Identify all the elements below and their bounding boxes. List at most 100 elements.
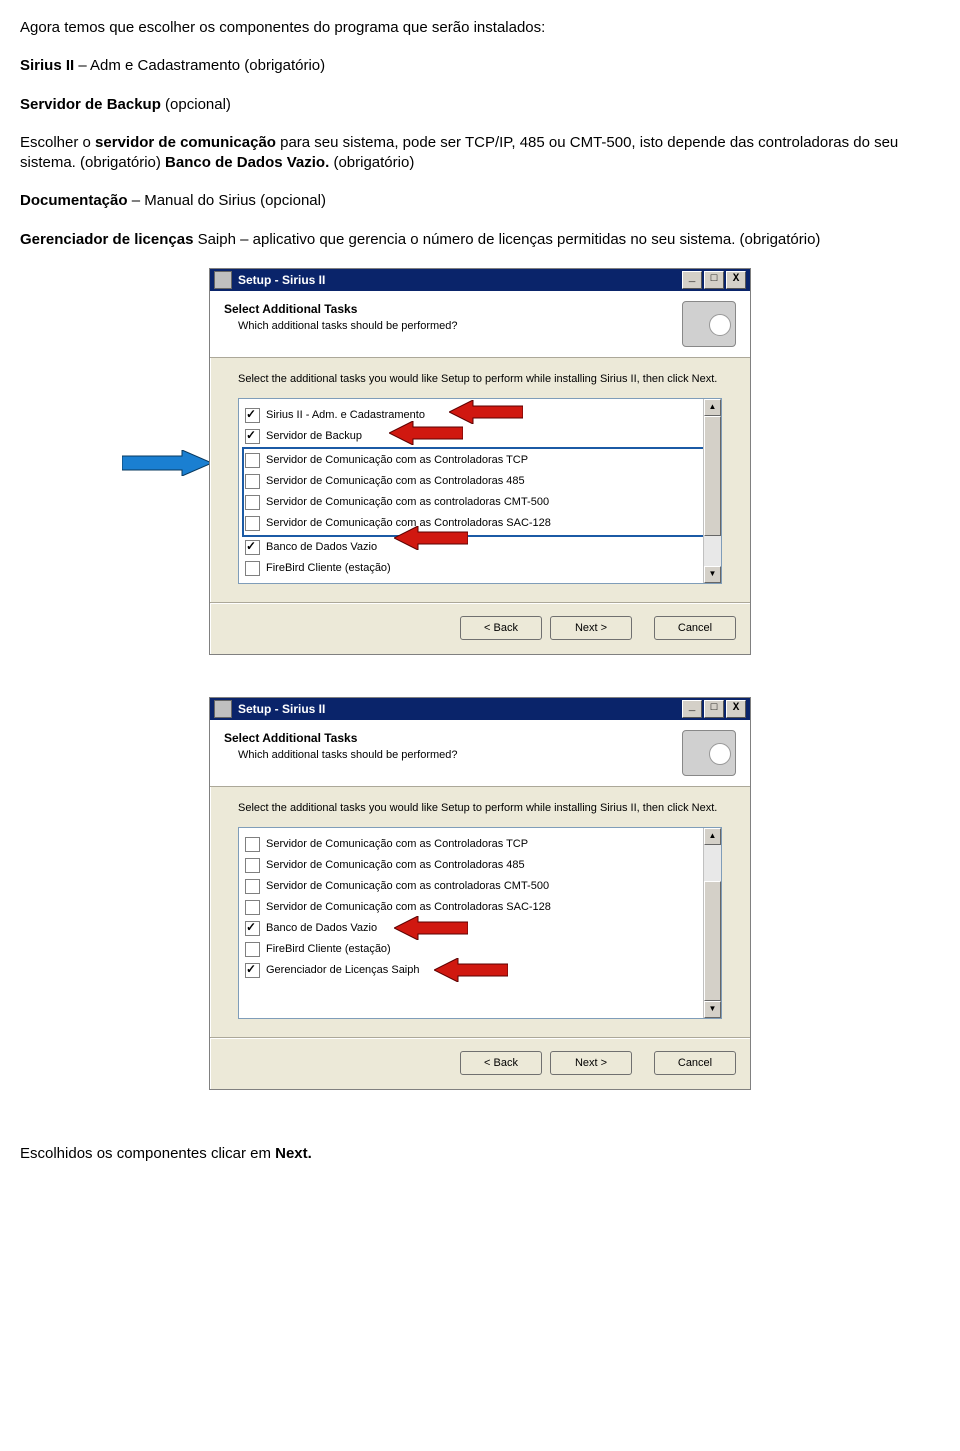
minimize-button[interactable]: _ <box>682 271 702 289</box>
task-item-label: Servidor de Comunicação com as controlad… <box>266 495 549 510</box>
window-title: Setup - Sirius II <box>238 272 325 288</box>
scrollbar[interactable]: ▲ ▼ <box>703 828 721 1018</box>
task-item[interactable]: Banco de Dados Vazio <box>245 918 717 939</box>
checkbox[interactable] <box>245 474 260 489</box>
titlebar[interactable]: Setup - Sirius II _ □ X <box>210 698 750 720</box>
txt-sirius-rest: – Adm e Cadastramento (obrigatório) <box>74 57 325 74</box>
task-item[interactable]: Servidor de Comunicação com as controlad… <box>245 492 715 513</box>
task-item-label: Servidor de Comunicação com as controlad… <box>266 879 549 894</box>
checkbox[interactable] <box>245 963 260 978</box>
scroll-thumb[interactable] <box>704 881 721 1001</box>
scroll-down-button[interactable]: ▼ <box>704 1001 721 1018</box>
txt-lic-rest: Saiph – aplicativo que gerencia o número… <box>193 231 820 248</box>
arrow-blue-annotation <box>122 450 212 476</box>
minimize-button[interactable]: _ <box>682 700 702 718</box>
para-intro: Agora temos que escolher os componentes … <box>20 18 940 38</box>
para-licenses: Gerenciador de licenças Saiph – aplicati… <box>20 230 940 250</box>
txt-com-a: Escolher o <box>20 134 95 151</box>
back-button[interactable]: < Back <box>460 1051 542 1075</box>
checkbox[interactable] <box>245 453 260 468</box>
task-item[interactable]: FireBird Cliente (estação) <box>245 558 717 579</box>
next-button[interactable]: Next > <box>550 616 632 640</box>
task-item[interactable]: Servidor de Comunicação com as Controlad… <box>245 834 717 855</box>
bold-sirius: Sirius II <box>20 57 74 74</box>
checkbox[interactable] <box>245 942 260 957</box>
checkbox[interactable] <box>245 561 260 576</box>
arrow-red-annotation <box>394 526 468 550</box>
maximize-button[interactable]: □ <box>704 700 724 718</box>
bold-next: Next. <box>275 1145 312 1162</box>
task-item-label: FireBird Cliente (estação) <box>266 561 391 576</box>
task-item[interactable]: Banco de Dados Vazio <box>245 537 717 558</box>
dialog-heading: Select Additional Tasks <box>224 301 682 317</box>
dialog-subheading: Which additional tasks should be perform… <box>238 748 682 763</box>
para-docs: Documentação – Manual do Sirius (opciona… <box>20 191 940 211</box>
checkbox[interactable] <box>245 879 260 894</box>
task-item-label: Banco de Dados Vazio <box>266 540 377 555</box>
checkbox[interactable] <box>245 900 260 915</box>
scroll-thumb[interactable] <box>704 416 721 536</box>
bold-lic: Gerenciador de licenças <box>20 231 193 248</box>
task-item-label: FireBird Cliente (estação) <box>266 942 391 957</box>
bold-backup: Servidor de Backup <box>20 96 161 113</box>
scroll-up-button[interactable]: ▲ <box>704 399 721 416</box>
setup-icon <box>214 271 232 289</box>
close-button[interactable]: X <box>726 700 746 718</box>
task-item[interactable]: Servidor de Comunicação com as Controlad… <box>245 513 715 534</box>
txt-backup-rest: (opcional) <box>161 96 231 113</box>
task-item[interactable]: Servidor de Comunicação com as controlad… <box>245 876 717 897</box>
titlebar[interactable]: Setup - Sirius II _ □ X <box>210 269 750 291</box>
task-list[interactable]: Servidor de Comunicação com as Controlad… <box>238 827 722 1019</box>
close-button[interactable]: X <box>726 271 746 289</box>
task-item[interactable]: Servidor de Comunicação com as Controlad… <box>245 471 715 492</box>
task-item-label: Servidor de Comunicação com as Controlad… <box>266 474 525 489</box>
task-item[interactable]: Servidor de Comunicação com as Controlad… <box>245 897 717 918</box>
task-item[interactable]: Servidor de Backup <box>245 426 717 447</box>
task-item-label: Banco de Dados Vazio <box>266 921 377 936</box>
next-button[interactable]: Next > <box>550 1051 632 1075</box>
setup-dialog-2: Setup - Sirius II _ □ X Select Additiona… <box>209 697 751 1090</box>
installer-icon <box>682 730 736 776</box>
task-item-label: Servidor de Comunicação com as Controlad… <box>266 858 525 873</box>
checkbox[interactable] <box>245 429 260 444</box>
arrow-red-annotation <box>394 916 468 940</box>
setup-dialog-1: Setup - Sirius II _ □ X Select Additiona… <box>209 268 751 655</box>
scrollbar[interactable]: ▲ ▼ <box>703 399 721 583</box>
cancel-button[interactable]: Cancel <box>654 616 736 640</box>
bold-doc: Documentação <box>20 192 128 209</box>
checkbox[interactable] <box>245 921 260 936</box>
task-item-label: Servidor de Backup <box>266 429 362 444</box>
task-item[interactable]: FireBird Cliente (estação) <box>245 939 717 960</box>
arrow-red-annotation <box>389 421 463 445</box>
dialog-message: Select the additional tasks you would li… <box>238 801 722 815</box>
para-sirius: Sirius II – Adm e Cadastramento (obrigat… <box>20 56 940 76</box>
task-item-label: Gerenciador de Licenças Saiph <box>266 963 419 978</box>
checkbox[interactable] <box>245 540 260 555</box>
window-title: Setup - Sirius II <box>238 701 325 717</box>
checkbox[interactable] <box>245 516 260 531</box>
checkbox[interactable] <box>245 495 260 510</box>
task-list[interactable]: Sirius II - Adm. e CadastramentoServidor… <box>238 398 722 584</box>
txt-end-a: Escolhidos os componentes clicar em <box>20 1145 275 1162</box>
bold-banco: Banco de Dados Vazio. <box>161 154 329 171</box>
cancel-button[interactable]: Cancel <box>654 1051 736 1075</box>
back-button[interactable]: < Back <box>460 616 542 640</box>
maximize-button[interactable]: □ <box>704 271 724 289</box>
checkbox[interactable] <box>245 408 260 423</box>
scroll-up-button[interactable]: ▲ <box>704 828 721 845</box>
arrow-red-annotation <box>434 958 508 982</box>
task-item-label: Servidor de Comunicação com as Controlad… <box>266 900 551 915</box>
task-item-label: Servidor de Comunicação com as Controlad… <box>266 453 528 468</box>
highlight-group: Servidor de Comunicação com as Controlad… <box>242 447 717 537</box>
bold-com: servidor de comunicação <box>95 134 276 151</box>
task-item[interactable]: Servidor de Comunicação com as Controlad… <box>245 450 715 471</box>
task-item[interactable]: Servidor de Comunicação com as Controlad… <box>245 855 717 876</box>
checkbox[interactable] <box>245 858 260 873</box>
para-end: Escolhidos os componentes clicar em Next… <box>20 1144 940 1164</box>
dialog-header: Select Additional Tasks Which additional… <box>210 291 750 358</box>
scroll-down-button[interactable]: ▼ <box>704 566 721 583</box>
para-backup: Servidor de Backup (opcional) <box>20 95 940 115</box>
task-item-label: Servidor de Comunicação com as Controlad… <box>266 837 528 852</box>
checkbox[interactable] <box>245 837 260 852</box>
setup-icon <box>214 700 232 718</box>
